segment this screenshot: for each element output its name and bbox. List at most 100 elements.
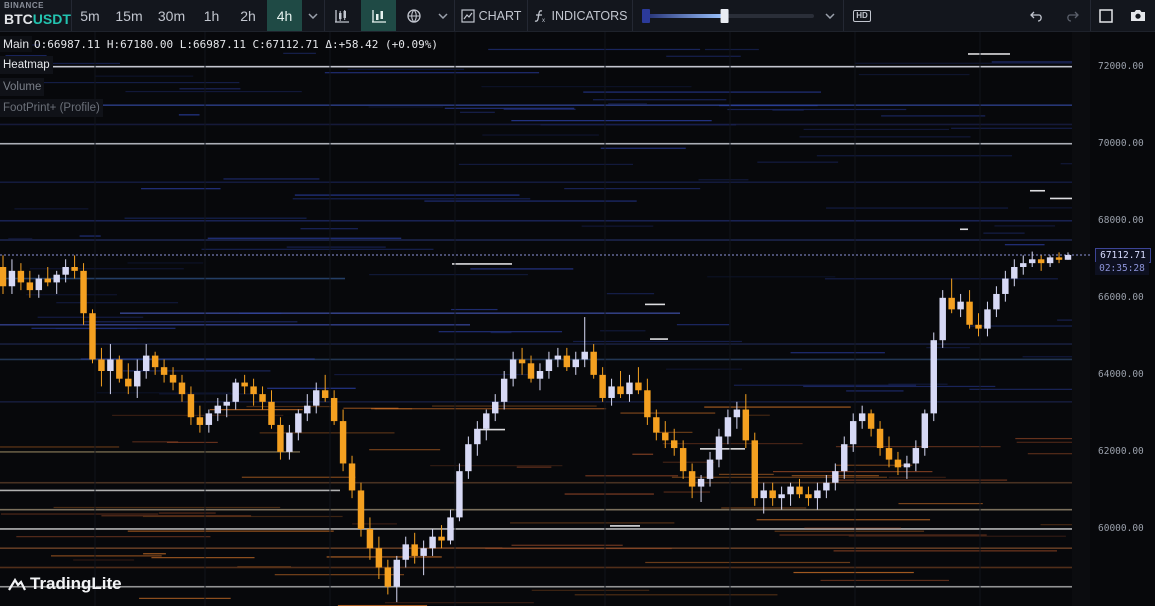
liquidity-order <box>662 461 715 463</box>
hd-toggle[interactable]: HD <box>850 0 874 31</box>
liquidity-order <box>834 479 1008 481</box>
candle-body <box>608 386 615 398</box>
candle-body <box>205 413 213 425</box>
timeframe-more-button[interactable] <box>303 0 323 31</box>
candle-body <box>232 382 239 402</box>
liquidity-band <box>0 277 345 280</box>
pane-heatmap-label[interactable]: Heatmap <box>0 56 53 74</box>
candle-body <box>456 471 463 518</box>
liquidity-order <box>803 128 950 131</box>
liquidity-order <box>804 527 901 529</box>
indicators-button[interactable]: x INDICATORS <box>532 0 628 31</box>
liquidity-order <box>1015 437 1072 440</box>
liquidity-order <box>733 384 917 386</box>
candle-body <box>1037 259 1045 264</box>
liquidity-order <box>719 105 818 107</box>
candle-body <box>492 401 499 414</box>
liquidity-band <box>0 104 1072 106</box>
liquidity-order <box>50 555 162 557</box>
candle-body <box>706 459 714 479</box>
pane-main-label[interactable]: Main <box>0 36 33 52</box>
price-tick-label: 68000.00 <box>1098 214 1144 226</box>
liquidity-band <box>0 142 1072 145</box>
liquidity-order <box>663 491 711 493</box>
candle-body <box>670 440 678 449</box>
liquidity-order <box>127 530 334 532</box>
liquidity-band <box>0 508 1072 511</box>
liquidity-order <box>143 553 166 555</box>
pane-volume-label[interactable]: Volume <box>0 78 45 96</box>
fullscreen-button[interactable] <box>1093 0 1119 31</box>
candle-body <box>930 340 937 414</box>
undo-button[interactable] <box>1024 0 1050 31</box>
chart-settings-button[interactable]: CHART <box>458 0 524 31</box>
candle-body <box>438 536 445 541</box>
liquidity-order <box>756 519 931 521</box>
liquidity-band <box>0 401 1072 403</box>
fullscreen-icon <box>1099 8 1113 23</box>
candle-body <box>527 363 535 379</box>
liquidity-order <box>286 246 386 248</box>
candle-body <box>554 355 562 360</box>
liquidity-order <box>820 579 949 582</box>
liquidity-order <box>237 565 291 568</box>
layout-button[interactable] <box>397 0 431 31</box>
candle-body <box>662 432 669 441</box>
liquidity-order <box>511 544 623 546</box>
liquidity-wall <box>480 428 505 431</box>
symbol-quote: USDT <box>32 11 71 27</box>
candle-body <box>644 390 651 418</box>
candle-body <box>223 401 230 406</box>
candle-body <box>769 490 776 499</box>
candle-body <box>590 351 597 375</box>
liquidity-wall <box>968 53 1010 55</box>
liquidity-order <box>267 387 356 389</box>
candle-body <box>500 378 508 402</box>
pane-footprint-label[interactable]: FootPrint+ (Profile) <box>0 99 103 117</box>
timeframe-1h[interactable]: 1h <box>194 0 229 31</box>
chevron-down-icon <box>825 12 835 19</box>
liquidity-order <box>84 321 298 323</box>
ohlc-values: O:66987.11 H:67180.00 L:66987.11 C:67112… <box>34 37 438 51</box>
price-tick-label: 64000.00 <box>1098 368 1144 380</box>
candle <box>89 309 96 364</box>
layout-more-button[interactable] <box>433 0 453 31</box>
redo-button[interactable] <box>1059 0 1085 31</box>
candle-body <box>187 394 195 418</box>
liquidity-order <box>8 237 33 240</box>
liquidity-order <box>209 409 303 411</box>
liquidity-order <box>141 188 221 190</box>
chart-canvas[interactable] <box>0 32 1155 606</box>
heatmap-chart[interactable] <box>0 32 1155 606</box>
chevron-down-icon <box>438 12 448 19</box>
candle-body <box>474 428 481 445</box>
symbol-selector[interactable]: BINANCE BTCUSDT <box>0 0 71 31</box>
candle-type-button[interactable] <box>325 0 359 31</box>
liquidity-order <box>608 103 647 105</box>
liquidity-order <box>1027 453 1072 455</box>
liquidity-order <box>704 406 851 408</box>
timeframe-2h[interactable]: 2h <box>230 0 266 31</box>
heatmap-intensity-slider[interactable] <box>640 0 816 31</box>
timeframe-30m[interactable]: 30m <box>151 0 192 31</box>
candle-body <box>447 517 454 541</box>
timeframe-15m[interactable]: 15m <box>109 0 149 31</box>
candle-countdown: 02:35:28 <box>1095 261 1149 275</box>
symbol-label: BTCUSDT <box>4 11 71 27</box>
candle-body <box>778 494 785 499</box>
screenshot-button[interactable] <box>1125 0 1151 31</box>
hd-badge: HD <box>853 9 871 22</box>
liquidity-order <box>773 470 933 473</box>
candle-body <box>393 559 401 587</box>
candle-body <box>581 351 588 360</box>
tradinglite-logo-icon <box>8 577 26 591</box>
liquidity-band <box>0 489 340 492</box>
liquidity-order <box>53 506 281 509</box>
timeframe-4h[interactable]: 4h <box>267 0 302 31</box>
candle-body <box>53 274 60 283</box>
liquidity-order <box>511 120 712 122</box>
timeframe-5m[interactable]: 5m <box>72 0 108 31</box>
heatmap-chart-button[interactable] <box>361 0 396 31</box>
liquidity-order <box>369 274 528 276</box>
slider-more-button[interactable] <box>820 0 840 31</box>
